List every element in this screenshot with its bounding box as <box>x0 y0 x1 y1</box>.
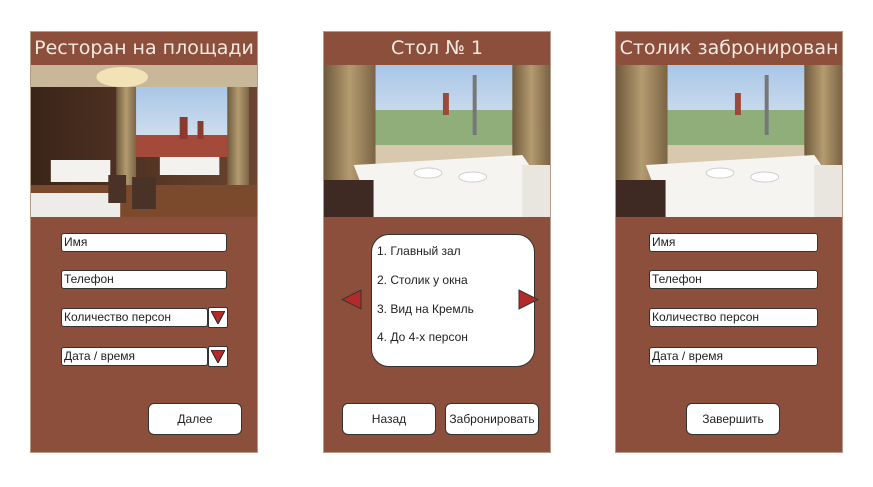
table-window-photo <box>616 65 842 217</box>
triangle-down-icon <box>211 350 225 363</box>
next-button[interactable]: Далее <box>148 403 242 435</box>
finish-button[interactable]: Завершить <box>686 403 780 435</box>
table-window-photo <box>324 65 550 217</box>
datetime-select[interactable]: Дата / время <box>61 347 208 366</box>
datetime-dropdown-button[interactable] <box>208 346 228 367</box>
feature-item: 4. До 4-х персон <box>377 330 468 344</box>
phone-field[interactable]: Телефон <box>649 270 818 289</box>
screen-booking-confirmed: Столик забронирован Имя Телефон Количест… <box>615 31 843 453</box>
page-title: Ресторан на площади <box>34 37 254 59</box>
name-field[interactable]: Имя <box>649 233 818 252</box>
prev-table-arrow-icon[interactable] <box>341 289 362 310</box>
restaurant-hall-photo <box>31 65 257 217</box>
guests-select[interactable]: Количество персон <box>61 308 208 327</box>
datetime-field[interactable]: Дата / время <box>649 347 818 366</box>
guests-field[interactable]: Количество персон <box>649 308 818 327</box>
next-table-arrow-icon[interactable] <box>518 289 539 310</box>
name-field[interactable]: Имя <box>61 233 227 252</box>
page-title: Столик забронирован <box>619 37 839 59</box>
feature-item: 2. Столик у окна <box>377 273 468 287</box>
triangle-down-icon <box>211 311 225 324</box>
screen-restaurant-form: Ресторан на площади Имя Телефон Количест… <box>30 31 258 453</box>
guests-dropdown-button[interactable] <box>208 307 228 328</box>
table-features-card: 1. Главный зал 2. Столик у окна 3. Вид н… <box>371 234 535 367</box>
back-button[interactable]: Назад <box>342 403 436 435</box>
phone-field[interactable]: Телефон <box>61 270 227 289</box>
feature-item: 1. Главный зал <box>377 244 461 258</box>
screen-table-details: Стол № 1 1. Главный зал 2. Столик у окна… <box>323 31 551 453</box>
page-title: Стол № 1 <box>390 37 484 59</box>
book-button[interactable]: Забронировать <box>445 403 539 435</box>
feature-item: 3. Вид на Кремль <box>377 302 474 316</box>
